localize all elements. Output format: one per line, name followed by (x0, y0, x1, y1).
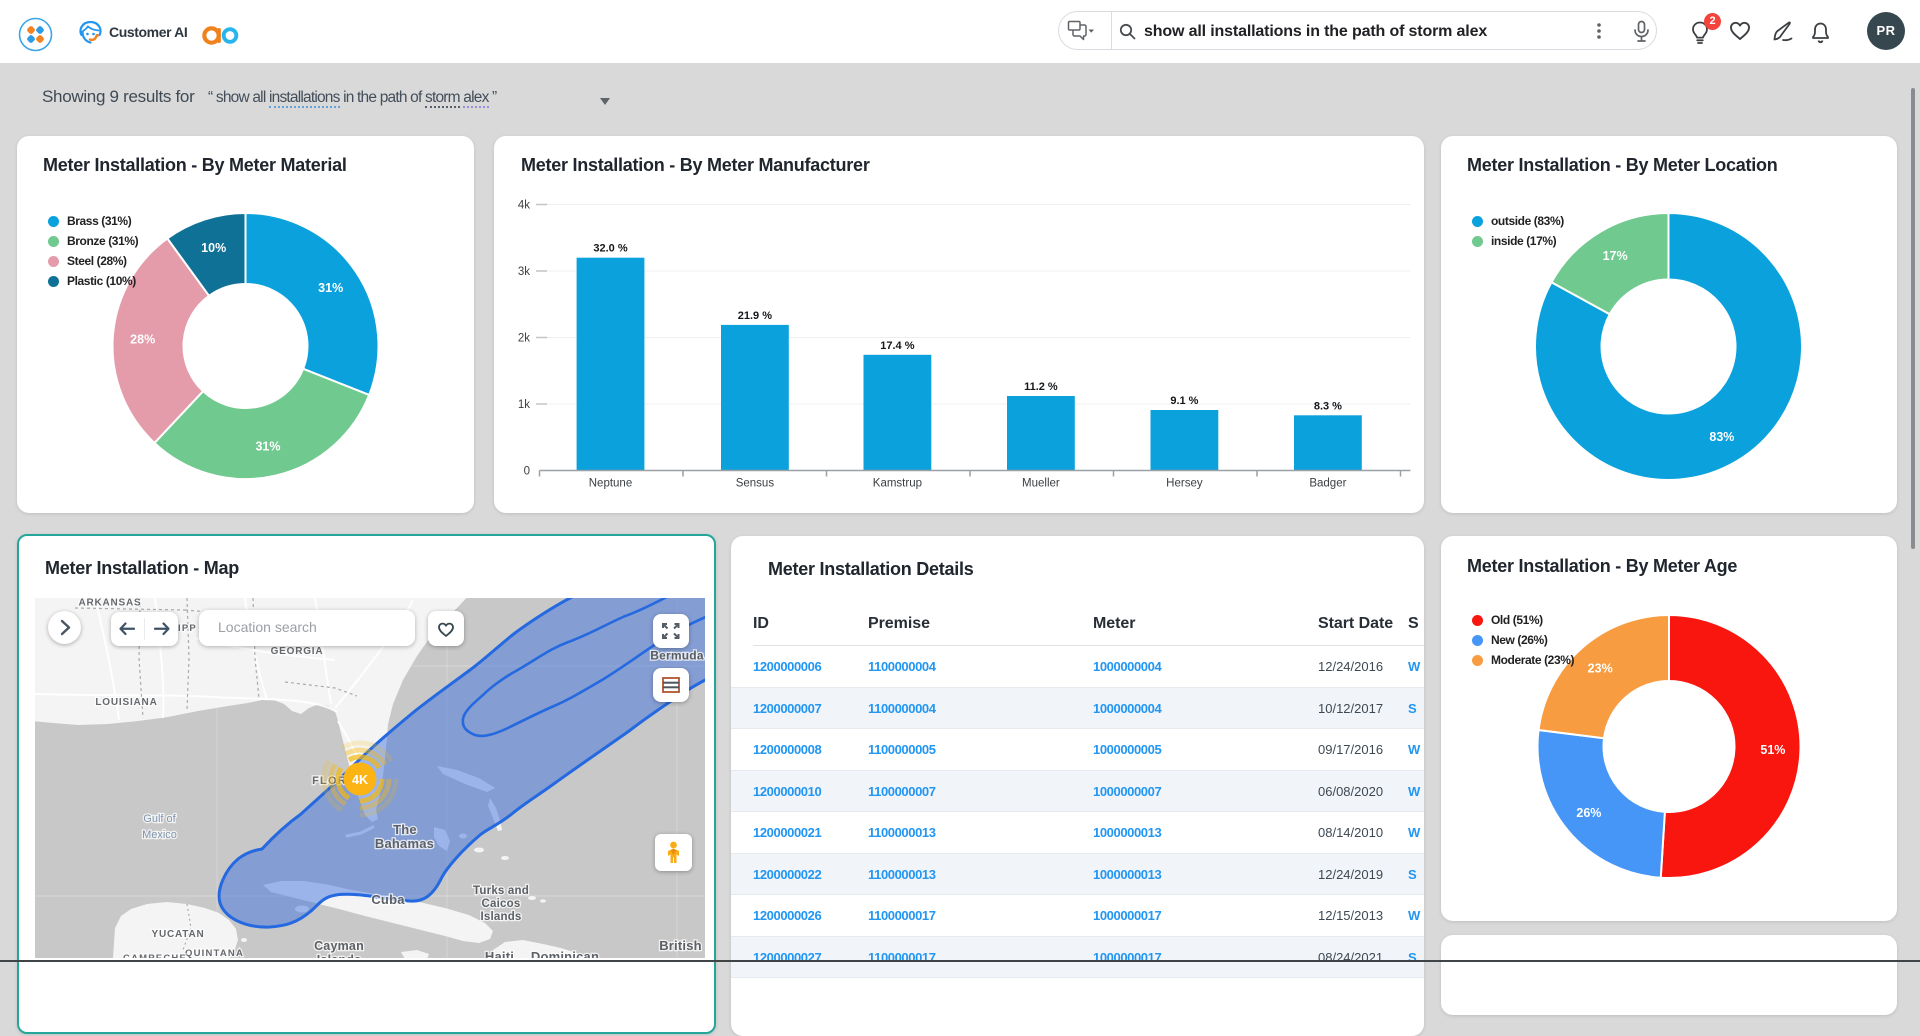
svg-text:28%: 28% (130, 332, 155, 346)
svg-text:8.3 %: 8.3 % (1314, 400, 1342, 412)
svg-text:1k: 1k (518, 399, 530, 411)
svg-text:Bahamas: Bahamas (375, 836, 434, 851)
svg-text:Turks and: Turks and (473, 885, 529, 897)
svg-text:QUINTANA: QUINTANA (185, 948, 244, 958)
svg-text:GEORGIA: GEORGIA (271, 646, 324, 657)
svg-text:0: 0 (524, 465, 530, 477)
svg-text:YUCATAN: YUCATAN (151, 929, 204, 940)
svg-text:4k: 4k (518, 199, 530, 211)
svg-text:Gulf of: Gulf of (143, 813, 176, 825)
svg-text:Mueller: Mueller (1022, 477, 1060, 489)
svg-text:CAMPECHE: CAMPECHE (123, 953, 187, 958)
svg-text:31%: 31% (318, 281, 343, 295)
svg-text:Hersey: Hersey (1166, 477, 1203, 489)
svg-text:17%: 17% (1603, 249, 1628, 263)
svg-text:ARKANSAS: ARKANSAS (78, 598, 141, 609)
svg-text:Caicos: Caicos (482, 898, 521, 910)
svg-text:Neptune: Neptune (589, 477, 632, 489)
svg-text:Kamstrup: Kamstrup (873, 477, 922, 489)
svg-text:17.4 %: 17.4 % (880, 339, 914, 351)
svg-text:21.9 %: 21.9 % (738, 309, 772, 321)
svg-text:83%: 83% (1709, 429, 1734, 443)
svg-text:The: The (393, 822, 417, 837)
svg-text:23%: 23% (1588, 662, 1613, 676)
svg-text:32.0 %: 32.0 % (593, 242, 627, 254)
svg-text:3k: 3k (518, 266, 530, 278)
svg-text:IPP: IPP (178, 623, 197, 634)
svg-text:British: British (659, 938, 702, 953)
svg-text:9.1 %: 9.1 % (1170, 395, 1198, 407)
svg-text:31%: 31% (255, 439, 280, 453)
svg-text:Haiti: Haiti (485, 949, 514, 958)
svg-text:Cuba: Cuba (371, 892, 405, 907)
svg-text:2k: 2k (518, 332, 530, 344)
svg-text:4K: 4K (352, 773, 368, 787)
svg-text:Dominican: Dominican (531, 949, 599, 958)
svg-text:LOUISIANA: LOUISIANA (95, 697, 157, 708)
svg-text:11.2 %: 11.2 % (1024, 381, 1058, 393)
svg-text:10%: 10% (201, 241, 226, 255)
svg-text:Badger: Badger (1309, 477, 1346, 489)
svg-text:Bermuda: Bermuda (650, 649, 704, 663)
svg-text:Islands: Islands (317, 953, 361, 958)
svg-text:Islands: Islands (480, 911, 521, 923)
svg-text:Sensus: Sensus (736, 477, 775, 489)
svg-text:51%: 51% (1760, 743, 1785, 757)
svg-text:Mexico: Mexico (142, 829, 177, 841)
svg-text:Cayman: Cayman (314, 939, 364, 953)
svg-text:26%: 26% (1576, 806, 1601, 820)
